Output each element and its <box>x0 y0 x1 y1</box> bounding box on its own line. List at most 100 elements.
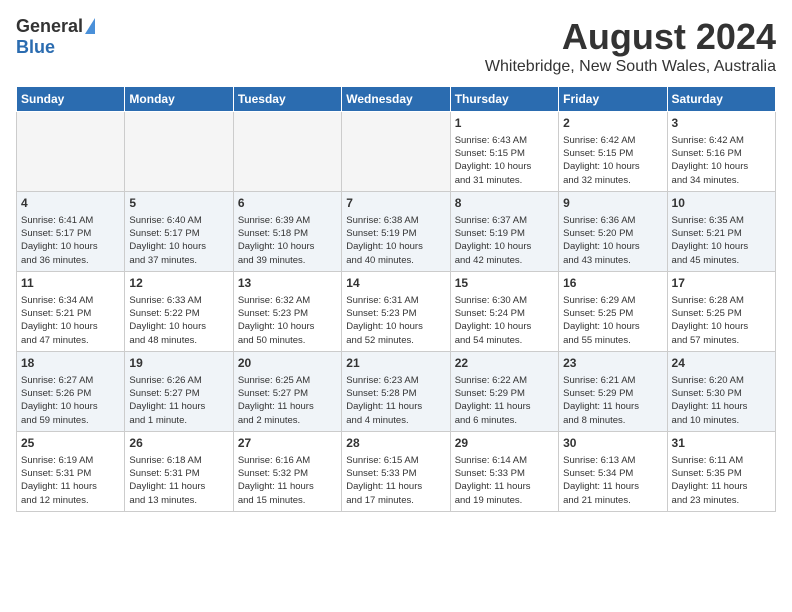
calendar-week-row: 25Sunrise: 6:19 AM Sunset: 5:31 PM Dayli… <box>17 432 776 512</box>
day-number: 14 <box>346 275 445 292</box>
weekday-monday: Monday <box>125 87 233 112</box>
day-number: 10 <box>672 195 771 212</box>
calendar-cell: 15 Sunrise: 6:30 AM Sunset: 5:24 PM Dayli… <box>450 272 558 352</box>
weekday-wednesday: Wednesday <box>342 87 450 112</box>
day-info: Sunrise: 6:31 AM Sunset: 5:23 PM Dayligh… <box>346 295 423 346</box>
day-info: Sunrise: 6:37 AM Sunset: 5:19 PM Dayligh… <box>455 215 532 266</box>
calendar-cell: 21 Sunrise: 6:23 AM Sunset: 5:28 PM Dayli… <box>342 352 450 432</box>
day-info: Sunrise: 6:43 AM Sunset: 5:15 PM Dayligh… <box>455 135 532 186</box>
day-number: 28 <box>346 435 445 452</box>
day-number: 26 <box>129 435 228 452</box>
calendar-cell <box>233 112 341 192</box>
calendar-cell: 9Sunrise: 6:36 AM Sunset: 5:20 PM Daylig… <box>559 192 667 272</box>
day-number: 15 <box>455 275 554 292</box>
calendar-cell: 10 Sunrise: 6:35 AM Sunset: 5:21 PM Dayli… <box>667 192 775 272</box>
day-info: Sunrise: 6:18 AM Sunset: 5:31 PM Dayligh… <box>129 455 205 506</box>
day-number: 27 <box>238 435 337 452</box>
day-number: 3 <box>672 115 771 132</box>
calendar-week-row: 4 Sunrise: 6:41 AM Sunset: 5:17 PM Daylig… <box>17 192 776 272</box>
weekday-saturday: Saturday <box>667 87 775 112</box>
day-number: 12 <box>129 275 228 292</box>
calendar-cell: 13 Sunrise: 6:32 AM Sunset: 5:23 PM Dayli… <box>233 272 341 352</box>
day-info: Sunrise: 6:23 AM Sunset: 5:28 PM Dayligh… <box>346 375 422 426</box>
calendar-cell: 1 Sunrise: 6:43 AM Sunset: 5:15 PM Daylig… <box>450 112 558 192</box>
calendar-week-row: 1 Sunrise: 6:43 AM Sunset: 5:15 PM Daylig… <box>17 112 776 192</box>
day-info: Sunrise: 6:21 AM Sunset: 5:29 PM Dayligh… <box>563 375 639 426</box>
day-info: Sunrise: 6:39 AM Sunset: 5:18 PM Dayligh… <box>238 215 315 266</box>
day-number: 22 <box>455 355 554 372</box>
calendar-cell: 22 Sunrise: 6:22 AM Sunset: 5:29 PM Dayli… <box>450 352 558 432</box>
calendar-cell: 12 Sunrise: 6:33 AM Sunset: 5:22 PM Dayli… <box>125 272 233 352</box>
day-info: Sunrise: 6:14 AM Sunset: 5:33 PM Dayligh… <box>455 455 531 506</box>
day-info: Sunrise: 6:34 AM Sunset: 5:21 PM Dayligh… <box>21 295 98 346</box>
day-info: Sunrise: 6:13 AM Sunset: 5:34 PM Dayligh… <box>563 455 639 506</box>
day-info: Sunrise: 6:16 AM Sunset: 5:32 PM Dayligh… <box>238 455 314 506</box>
logo: General Blue <box>16 16 95 58</box>
calendar-cell: 30 Sunrise: 6:13 AM Sunset: 5:34 PM Dayli… <box>559 432 667 512</box>
calendar-cell: 29 Sunrise: 6:14 AM Sunset: 5:33 PM Dayli… <box>450 432 558 512</box>
calendar-cell: 8Sunrise: 6:37 AM Sunset: 5:19 PM Daylig… <box>450 192 558 272</box>
calendar-week-row: 18 Sunrise: 6:27 AM Sunset: 5:26 PM Dayli… <box>17 352 776 432</box>
day-number: 20 <box>238 355 337 372</box>
day-number: 29 <box>455 435 554 452</box>
day-info: Sunrise: 6:33 AM Sunset: 5:22 PM Dayligh… <box>129 295 206 346</box>
location-title: Whitebridge, New South Wales, Australia <box>485 58 776 76</box>
day-info: Sunrise: 6:36 AM Sunset: 5:20 PM Dayligh… <box>563 215 640 266</box>
page-header: General Blue August 2024 Whitebridge, Ne… <box>16 16 776 76</box>
weekday-tuesday: Tuesday <box>233 87 341 112</box>
day-info: Sunrise: 6:42 AM Sunset: 5:15 PM Dayligh… <box>563 135 640 186</box>
day-info: Sunrise: 6:27 AM Sunset: 5:26 PM Dayligh… <box>21 375 98 426</box>
weekday-thursday: Thursday <box>450 87 558 112</box>
weekday-sunday: Sunday <box>17 87 125 112</box>
day-number: 6 <box>238 195 337 212</box>
month-title: August 2024 <box>485 16 776 58</box>
day-info: Sunrise: 6:15 AM Sunset: 5:33 PM Dayligh… <box>346 455 422 506</box>
calendar-cell: 26 Sunrise: 6:18 AM Sunset: 5:31 PM Dayli… <box>125 432 233 512</box>
calendar-cell: 7Sunrise: 6:38 AM Sunset: 5:19 PM Daylig… <box>342 192 450 272</box>
calendar-week-row: 11 Sunrise: 6:34 AM Sunset: 5:21 PM Dayli… <box>17 272 776 352</box>
day-number: 30 <box>563 435 662 452</box>
day-number: 31 <box>672 435 771 452</box>
title-block: August 2024 Whitebridge, New South Wales… <box>485 16 776 76</box>
calendar-cell: 14 Sunrise: 6:31 AM Sunset: 5:23 PM Dayli… <box>342 272 450 352</box>
day-info: Sunrise: 6:30 AM Sunset: 5:24 PM Dayligh… <box>455 295 532 346</box>
calendar-cell <box>342 112 450 192</box>
logo-blue-text: Blue <box>16 37 55 58</box>
day-number: 11 <box>21 275 120 292</box>
calendar-cell: 4 Sunrise: 6:41 AM Sunset: 5:17 PM Daylig… <box>17 192 125 272</box>
day-number: 23 <box>563 355 662 372</box>
day-number: 21 <box>346 355 445 372</box>
day-info: Sunrise: 6:22 AM Sunset: 5:29 PM Dayligh… <box>455 375 531 426</box>
day-number: 4 <box>21 195 120 212</box>
calendar-cell: 23 Sunrise: 6:21 AM Sunset: 5:29 PM Dayli… <box>559 352 667 432</box>
calendar-cell <box>125 112 233 192</box>
calendar-cell: 24 Sunrise: 6:20 AM Sunset: 5:30 PM Dayli… <box>667 352 775 432</box>
calendar-body: 1 Sunrise: 6:43 AM Sunset: 5:15 PM Daylig… <box>17 112 776 512</box>
logo-triangle-icon <box>85 18 95 34</box>
calendar-cell: 20Sunrise: 6:25 AM Sunset: 5:27 PM Dayli… <box>233 352 341 432</box>
day-info: Sunrise: 6:28 AM Sunset: 5:25 PM Dayligh… <box>672 295 749 346</box>
day-info: Sunrise: 6:29 AM Sunset: 5:25 PM Dayligh… <box>563 295 640 346</box>
calendar-cell: 19Sunrise: 6:26 AM Sunset: 5:27 PM Dayli… <box>125 352 233 432</box>
day-info: Sunrise: 6:42 AM Sunset: 5:16 PM Dayligh… <box>672 135 749 186</box>
day-number: 2 <box>563 115 662 132</box>
day-info: Sunrise: 6:41 AM Sunset: 5:17 PM Dayligh… <box>21 215 98 266</box>
calendar-table: SundayMondayTuesdayWednesdayThursdayFrid… <box>16 86 776 512</box>
day-number: 17 <box>672 275 771 292</box>
day-info: Sunrise: 6:32 AM Sunset: 5:23 PM Dayligh… <box>238 295 315 346</box>
calendar-cell <box>17 112 125 192</box>
day-number: 24 <box>672 355 771 372</box>
day-number: 16 <box>563 275 662 292</box>
calendar-cell: 11 Sunrise: 6:34 AM Sunset: 5:21 PM Dayli… <box>17 272 125 352</box>
day-number: 1 <box>455 115 554 132</box>
day-info: Sunrise: 6:38 AM Sunset: 5:19 PM Dayligh… <box>346 215 423 266</box>
calendar-cell: 25Sunrise: 6:19 AM Sunset: 5:31 PM Dayli… <box>17 432 125 512</box>
day-number: 13 <box>238 275 337 292</box>
day-number: 19 <box>129 355 228 372</box>
day-info: Sunrise: 6:35 AM Sunset: 5:21 PM Dayligh… <box>672 215 749 266</box>
calendar-cell: 16 Sunrise: 6:29 AM Sunset: 5:25 PM Dayli… <box>559 272 667 352</box>
day-number: 25 <box>21 435 120 452</box>
calendar-cell: 6 Sunrise: 6:39 AM Sunset: 5:18 PM Daylig… <box>233 192 341 272</box>
day-info: Sunrise: 6:20 AM Sunset: 5:30 PM Dayligh… <box>672 375 748 426</box>
day-number: 18 <box>21 355 120 372</box>
